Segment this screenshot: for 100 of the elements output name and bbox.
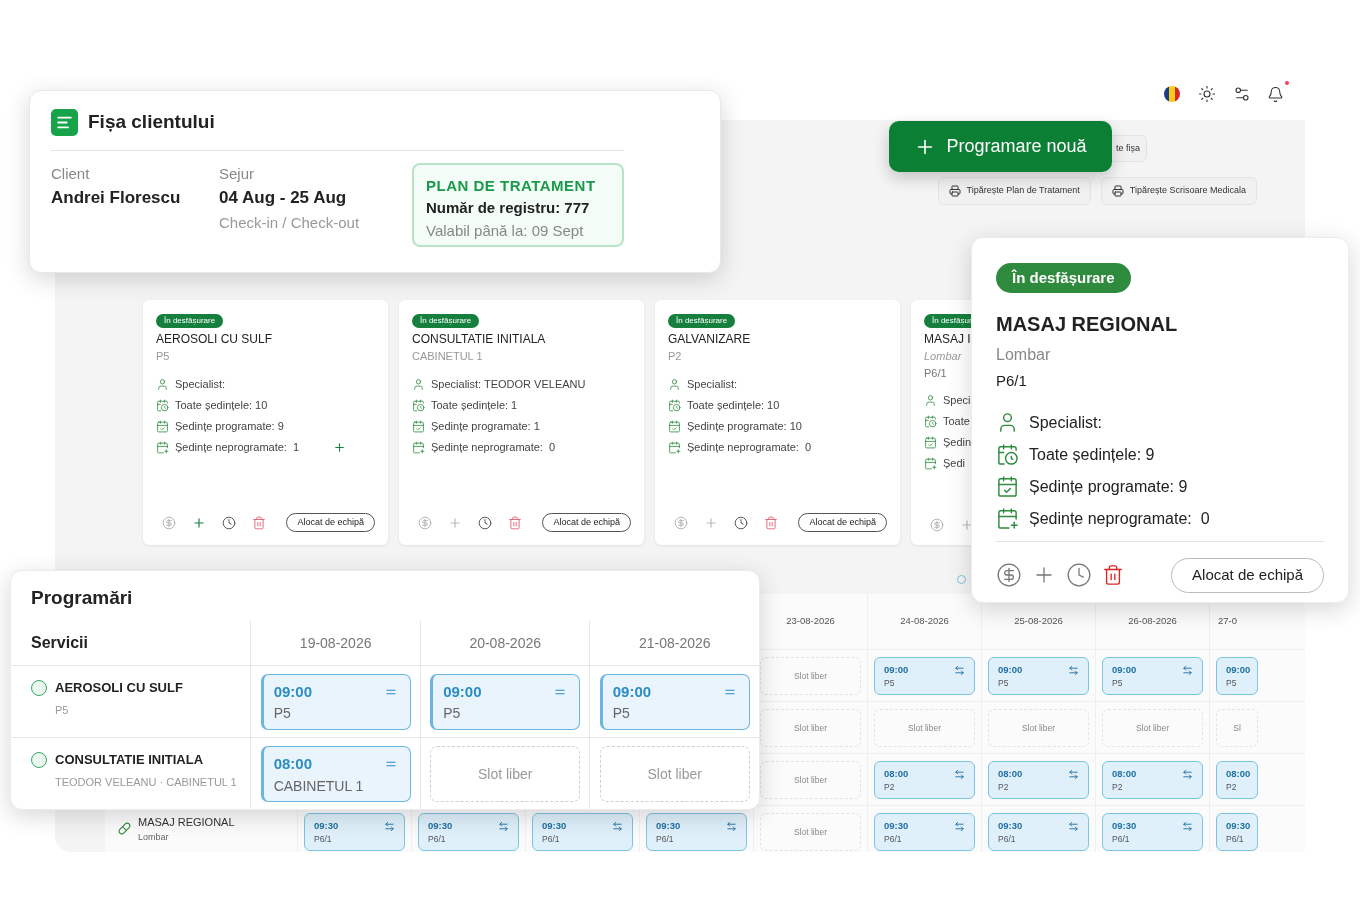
trash-icon[interactable] (1102, 564, 1124, 586)
trash-icon[interactable] (508, 515, 522, 530)
printer-icon (948, 185, 961, 197)
service-detail: P5 (55, 702, 70, 718)
plus-icon[interactable] (333, 440, 347, 454)
dollar-icon[interactable] (674, 515, 688, 530)
swap-icon[interactable] (954, 664, 965, 676)
info-line: Ședințe neprogramate: 0 (687, 439, 812, 455)
appointment-slot[interactable]: 09:00 P5 (430, 673, 581, 730)
sun-icon[interactable] (1198, 85, 1216, 103)
swap-icon[interactable] (1182, 664, 1193, 676)
trash-icon[interactable] (252, 515, 266, 530)
swap-icon[interactable] (612, 820, 623, 832)
flag-icon[interactable] (1163, 85, 1181, 103)
free-slot[interactable]: Slot liber (760, 813, 861, 851)
print-button[interactable]: Tipărește Plan de Tratament (937, 177, 1091, 205)
appointment-slot[interactable]: 09:30 P6/1 (988, 813, 1089, 851)
print-button[interactable]: Tipărește Scrisoare Medicala (1100, 177, 1257, 205)
slot-time: 09:00 (884, 663, 909, 677)
appointment-slot[interactable]: 09:00 P5 (874, 657, 975, 695)
swap-icon[interactable] (498, 820, 509, 832)
slot-room: P2 (1226, 781, 1238, 794)
clock-icon[interactable] (734, 515, 748, 530)
appointment-slot[interactable]: 09:00 P5 (1102, 657, 1203, 695)
calendar-check-icon (996, 475, 1019, 498)
calendar-clock-icon (156, 398, 169, 412)
date-header: 19-08-2026 (299, 633, 372, 653)
clock-icon[interactable] (222, 515, 236, 530)
free-slot[interactable]: Slot liber (988, 709, 1089, 747)
service-title: GALVANIZARE (668, 331, 751, 348)
dollar-icon[interactable] (162, 515, 176, 530)
swap-icon[interactable] (384, 820, 395, 832)
slot-room: P2 (1112, 781, 1124, 794)
service-detail: TEODOR VELEANU · CABINETUL 1 (55, 774, 237, 790)
appointment-slot[interactable]: 09:00 P5 (988, 657, 1089, 695)
document-icon (51, 108, 78, 136)
appointment-slot[interactable]: 09:30 P6/1 (304, 813, 405, 851)
slot-time: 09:00 (612, 681, 652, 702)
service-title: AEROSOLI CU SULF (156, 331, 273, 348)
info-line: Specialist: (687, 376, 738, 392)
swap-icon[interactable] (954, 768, 965, 780)
free-slot[interactable]: Sl (1216, 709, 1258, 747)
slot-room: P2 (998, 781, 1010, 794)
calendar-check-icon (156, 419, 169, 433)
appointment-slot[interactable]: 09:30 P6/1 (1102, 813, 1203, 851)
slot-time: 09:30 (1112, 819, 1137, 833)
register-number: Număr de registru: 777 (426, 198, 591, 218)
appointment-slot[interactable]: 09:00 P5 (260, 673, 411, 730)
date-header: 25-08-2026 (1014, 614, 1063, 629)
person-icon (156, 377, 169, 391)
clock-icon[interactable] (478, 515, 492, 530)
dollar-icon[interactable] (418, 515, 432, 530)
person-icon (668, 377, 681, 391)
appointment-slot[interactable]: 09:30 P6/1 (874, 813, 975, 851)
appointment-slot[interactable]: 09:30 P6/1 (418, 813, 519, 851)
appointment-slot[interactable]: 08:00 P2 (874, 761, 975, 799)
sliders-icon[interactable] (1233, 85, 1251, 103)
appointment-slot[interactable]: 09:00 P5 (599, 673, 750, 730)
plus-icon[interactable] (192, 515, 206, 530)
swap-icon[interactable] (1068, 768, 1079, 780)
info-line: Ședințe programate: 9 (1029, 476, 1188, 497)
slot-time: 09:30 (884, 819, 909, 833)
calendar-clock-icon (668, 398, 681, 412)
appointment-slot[interactable]: 08:00 CABINETUL 1 (260, 746, 411, 802)
info-line: Ședințe neprogramate: 0 (1029, 508, 1210, 529)
slot-room: P6/1 (314, 833, 333, 846)
swap-icon[interactable] (1068, 664, 1079, 676)
free-slot[interactable]: Slot liber (874, 709, 975, 747)
date-header: 20-08-2026 (469, 633, 541, 653)
appointment-slot[interactable]: 09:30 P6/1 (646, 813, 747, 851)
swap-icon[interactable] (954, 820, 965, 832)
popup-title: Programări (31, 587, 133, 608)
swap-icon[interactable] (1182, 820, 1193, 832)
dollar-icon[interactable] (996, 562, 1022, 588)
swap-icon[interactable] (1182, 768, 1193, 780)
pill-icon (118, 822, 131, 835)
appointment-slot[interactable]: 08:00 P2 (988, 761, 1089, 799)
service-subtitle: CABINETUL 1 (412, 349, 483, 364)
swap-icon[interactable] (726, 820, 737, 832)
clock-icon[interactable] (1066, 562, 1092, 588)
free-slot[interactable]: Slot liber (1102, 709, 1203, 747)
dollar-icon[interactable] (930, 518, 944, 532)
appointment-slot[interactable]: 08:00 P2 (1102, 761, 1203, 799)
new-appointment-button[interactable]: Programare nouă (889, 121, 1112, 172)
slot-time: 09:00 (1112, 663, 1137, 677)
valid-until: Valabil până la: 09 Sept (426, 220, 585, 241)
slot-room: P6/1 (884, 833, 903, 846)
room-label: P6/1 (924, 365, 947, 381)
service-name: CONSULTATIE INITIALA (55, 751, 205, 769)
appointment-slot[interactable]: 09:30 P6/1 (532, 813, 633, 851)
appointment-slot[interactable]: 09:00 P5 (1216, 657, 1258, 695)
info-line: Ședin (943, 435, 972, 451)
slot-room: P5 (884, 677, 896, 690)
appointment-slot[interactable]: 09:30 P6/1 (1216, 813, 1258, 851)
appointment-slot[interactable]: 08:00 P2 (1216, 761, 1258, 799)
swap-icon[interactable] (1068, 820, 1079, 832)
calendar-clock-icon (412, 398, 425, 412)
slot-time: 09:00 (443, 681, 482, 702)
date-header: 21-08-2026 (638, 633, 711, 653)
trash-icon[interactable] (764, 515, 778, 530)
